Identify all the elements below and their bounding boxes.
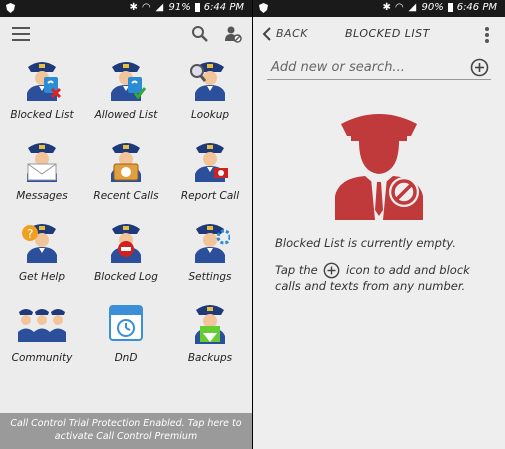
grid-tile-messages[interactable]: Messages [0,136,84,216]
calendar-clock-icon [109,305,143,341]
grid-tile-label: Get Help [19,271,65,283]
officer-stop-icon [111,224,141,263]
empty-help-pre: Tap the [275,263,318,277]
grid-tile-allowed-list[interactable]: Allowed List [84,55,168,135]
back-button[interactable]: BACK [276,27,308,40]
bluetooth-icon: ✱ [129,2,138,13]
svg-text:?: ? [27,227,33,241]
grid-tile-blocked-log[interactable]: Blocked Log [84,217,168,297]
grid-tile-blocked-list[interactable]: Blocked List [0,55,84,135]
wifi-icon: ◠ [142,2,151,13]
promo-banner[interactable]: Call Control Trial Protection Enabled. T… [0,413,252,449]
grid-tile-label: Report Call [180,190,240,202]
grid-tile-label: Lookup [190,109,230,121]
toolbar [0,17,252,51]
grid-tile-label: Messages [16,190,68,202]
grid-tile-label: DnD [114,352,138,364]
battery-icon [447,3,453,12]
grid-tile-label: Recent Calls [93,190,159,202]
officer-magnifier-icon [190,62,225,101]
grid-tile-recent-calls[interactable]: Recent Calls [84,136,168,216]
signal-icon: ◢ [155,2,164,13]
battery-percent: 91% [168,2,191,13]
grid-tile-lookup[interactable]: Lookup [168,55,252,135]
grid-tile-label: Community [11,352,73,364]
add-circle-icon[interactable] [470,58,489,77]
grid-tile-settings[interactable]: Settings [168,217,252,297]
clock: 6:46 PM [456,2,497,13]
officer-phone-blocked-icon [27,62,62,101]
grid-tile-get-help[interactable]: ? Get Help [0,217,84,297]
wifi-icon: ◠ [395,2,404,13]
menu-icon[interactable] [12,27,30,41]
grid-tile-label: Allowed List [94,109,158,121]
search-field[interactable]: Add new or search... [267,56,491,80]
officer-envelope-icon [27,143,57,182]
page-title: BLOCKED LIST [345,27,430,40]
grid-tile-report-call[interactable]: Report Call [168,136,252,216]
officer-red-phone-icon [195,143,228,182]
officer-question-icon: ? [22,224,57,263]
search-placeholder: Add new or search... [271,60,405,75]
home-screen: ✱ ◠ ◢ 91% 6:44 PM Blocked List Allowed Li… [0,0,252,449]
shield-notification-icon [259,3,268,13]
search-icon[interactable] [191,25,209,43]
officer-download-icon [195,305,225,344]
grid-tile-label: Blocked List [10,109,74,121]
shield-notification-icon [6,3,15,13]
status-bar: ✱ ◠ ◢ 91% 6:44 PM [0,0,252,17]
empty-state-help: Tap the icon to add and block calls and … [275,262,495,294]
block-contact-icon[interactable] [224,25,242,43]
grid-tile-dnd[interactable]: DnD [84,298,168,378]
officer-phone-allowed-icon [111,62,146,101]
battery-icon [194,3,200,12]
grid-tile-community[interactable]: Community [0,298,84,378]
signal-icon: ◢ [408,2,417,13]
status-bar: ✱ ◠ ◢ 90% 6:46 PM [253,0,505,17]
grid-tile-label: Settings [188,271,232,283]
chevron-left-icon[interactable] [262,26,272,42]
toolbar: BACK BLOCKED LIST [253,17,505,51]
add-circle-icon [323,262,340,279]
officer-gear-icon [195,224,230,263]
clock: 6:44 PM [203,2,244,13]
more-options-icon[interactable] [485,27,489,43]
officer-group-icon [18,309,66,342]
grid-tile-label: Backups [187,352,233,364]
battery-percent: 90% [421,2,444,13]
blocked-list-screen: ✱ ◠ ◢ 90% 6:46 PM BACK BLOCKED LIST Add … [253,0,505,449]
empty-state-title: Blocked List is currently empty. [275,236,456,250]
officer-calls-icon [111,143,141,182]
officer-blocked-illustration [335,114,423,220]
grid-tile-label: Blocked Log [94,271,158,283]
bluetooth-icon: ✱ [382,2,391,13]
grid-tile-backups[interactable]: Backups [168,298,252,378]
